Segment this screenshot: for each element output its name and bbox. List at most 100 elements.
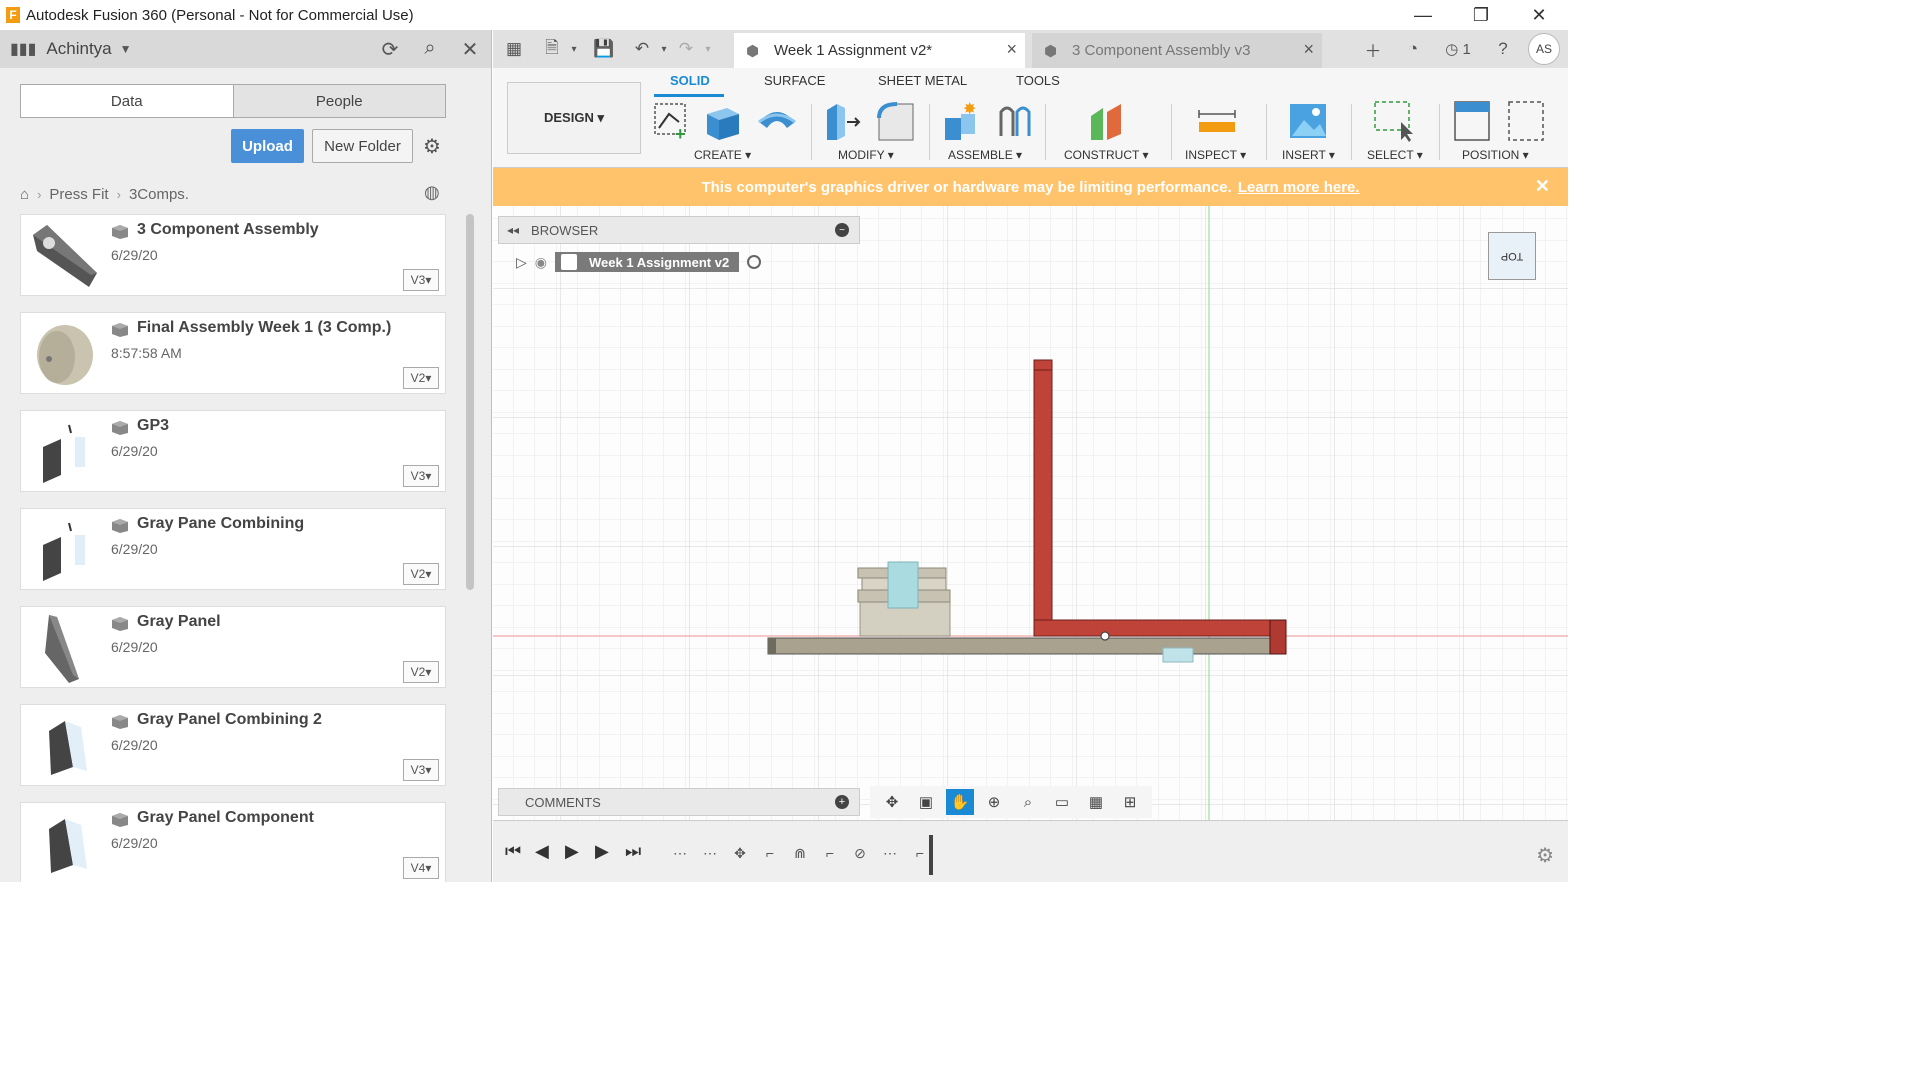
user-selector[interactable]: Achintya xyxy=(46,39,111,59)
refresh-icon[interactable]: ⟳ xyxy=(379,37,401,62)
close-icon[interactable]: ✕ xyxy=(459,37,481,62)
play-icon[interactable]: ▶ xyxy=(565,841,579,862)
home-icon[interactable]: ⌂ xyxy=(20,186,29,203)
close-tab-icon[interactable]: × xyxy=(1303,39,1314,60)
file-card[interactable]: 3 Component Assembly 6/29/20 V3 ▾ xyxy=(20,214,446,296)
timeline-feature-icon[interactable]: ⋯ xyxy=(879,843,901,863)
step-forward-icon[interactable]: ▶ xyxy=(595,841,609,862)
joint-icon[interactable] xyxy=(995,100,1035,142)
timeline-rigid-group-icon[interactable]: ⊘ xyxy=(849,843,871,863)
version-dropdown[interactable]: V2 ▾ xyxy=(403,661,439,683)
stacked-component-body[interactable] xyxy=(857,561,951,637)
timeline-marker[interactable] xyxy=(929,835,933,875)
minimize-button[interactable]: — xyxy=(1394,0,1452,30)
select-icon[interactable] xyxy=(1373,100,1413,142)
tab-3-component-assembly[interactable]: ⬢ 3 Component Assembly v3 × xyxy=(1032,33,1322,68)
close-icon[interactable]: ✕ xyxy=(1535,176,1550,197)
step-back-icon[interactable]: ◀ xyxy=(535,841,549,862)
extensions-icon[interactable]: ◔ xyxy=(1398,34,1428,64)
file-card[interactable]: Gray Panel Component 6/29/20 V4 ▾ xyxy=(20,802,446,882)
file-card[interactable]: Gray Pane Combining 6/29/20 V2 ▾ xyxy=(20,508,446,590)
insert-image-icon[interactable] xyxy=(1288,100,1328,142)
root-component-label[interactable]: Week 1 Assignment v2 xyxy=(555,252,740,272)
chevron-down-icon[interactable]: ▼ xyxy=(120,42,132,56)
file-card[interactable]: Gray Panel Combining 2 6/29/20 V3 ▾ xyxy=(20,704,446,786)
browser-root-node[interactable]: ▷ ◉ Week 1 Assignment v2 xyxy=(516,250,762,274)
construct-menu[interactable]: CONSTRUCT ▾ xyxy=(1064,148,1148,162)
caret-down-icon[interactable]: ▾ xyxy=(567,34,581,64)
version-dropdown[interactable]: V3 ▾ xyxy=(403,465,439,487)
upload-button[interactable]: Upload xyxy=(231,129,304,163)
close-window-button[interactable]: ✕ xyxy=(1510,0,1568,30)
learn-more-link[interactable]: Learn more here. xyxy=(1238,179,1360,196)
breadcrumb-item[interactable]: Press Fit xyxy=(49,186,108,203)
version-dropdown[interactable]: V4 ▾ xyxy=(403,857,439,879)
tab-data[interactable]: Data xyxy=(21,85,234,117)
breadcrumb-item[interactable]: 3Comps. xyxy=(129,186,189,203)
go-to-start-icon[interactable]: ⏮ xyxy=(505,841,521,862)
gear-icon[interactable]: ⚙ xyxy=(423,134,441,159)
select-menu[interactable]: SELECT ▾ xyxy=(1367,148,1423,162)
expand-triangle-icon[interactable]: ▷ xyxy=(516,254,527,271)
visibility-eye-icon[interactable]: ◉ xyxy=(535,254,547,271)
timeline-position-icon[interactable]: ⌐ xyxy=(819,843,841,863)
extrude-icon[interactable] xyxy=(703,100,743,142)
assemble-menu[interactable]: ASSEMBLE ▾ xyxy=(948,148,1022,162)
tab-tools[interactable]: TOOLS xyxy=(1016,73,1060,88)
app-grid-icon[interactable]: ▦ xyxy=(499,34,529,64)
inspect-menu[interactable]: INSPECT ▾ xyxy=(1185,148,1246,162)
timeline-joint-icon[interactable]: ⋒ xyxy=(789,843,811,863)
origin-point[interactable] xyxy=(1100,631,1110,641)
job-status-icon[interactable]: ◷ 1 xyxy=(1438,34,1478,64)
orbit-icon[interactable]: ✥ xyxy=(878,789,906,815)
modify-menu[interactable]: MODIFY ▾ xyxy=(838,148,894,162)
viewports-icon[interactable]: ⊞ xyxy=(1116,789,1144,815)
timeline-position-icon[interactable]: ⌐ xyxy=(909,843,931,863)
display-settings-icon[interactable]: ▭ xyxy=(1048,789,1076,815)
new-tab-plus-icon[interactable]: ＋ xyxy=(1358,34,1388,64)
fillet-icon[interactable] xyxy=(875,100,915,142)
version-dropdown[interactable]: V2 ▾ xyxy=(403,563,439,585)
comments-panel[interactable]: COMMENTS + xyxy=(498,788,860,816)
position-menu[interactable]: POSITION ▾ xyxy=(1462,148,1529,162)
go-to-end-icon[interactable]: ⏭ xyxy=(625,841,641,862)
add-comment-icon[interactable]: + xyxy=(835,795,849,809)
avatar[interactable]: AS xyxy=(1528,33,1560,65)
help-icon[interactable]: ? xyxy=(1488,34,1518,64)
measure-icon[interactable] xyxy=(1197,100,1237,142)
redo-icon[interactable]: ↷ xyxy=(671,34,701,64)
tab-solid[interactable]: SOLID xyxy=(670,73,710,88)
insert-menu[interactable]: INSERT ▾ xyxy=(1282,148,1335,162)
revolve-icon[interactable] xyxy=(757,100,797,142)
zoom-icon[interactable]: ⊕ xyxy=(980,789,1008,815)
close-tab-icon[interactable]: × xyxy=(1006,39,1017,60)
timeline-position-icon[interactable]: ⌐ xyxy=(759,843,781,863)
offset-plane-icon[interactable] xyxy=(1087,100,1127,142)
workspace-switcher[interactable]: DESIGN ▾ xyxy=(507,82,641,154)
timeline-feature-icon[interactable]: ⋯ xyxy=(699,843,721,863)
caret-down-icon[interactable]: ▾ xyxy=(701,34,715,64)
file-list-scrollbar[interactable] xyxy=(466,214,474,590)
version-dropdown[interactable]: V3 ▾ xyxy=(403,269,439,291)
capture-position-icon[interactable] xyxy=(1453,100,1493,142)
look-at-icon[interactable]: ▣ xyxy=(912,789,940,815)
tab-week1-assignment[interactable]: ⬢ Week 1 Assignment v2* × xyxy=(734,33,1025,68)
globe-icon[interactable]: ◍ xyxy=(424,182,440,203)
caret-down-icon[interactable]: ▾ xyxy=(657,34,671,64)
create-sketch-icon[interactable]: + xyxy=(651,100,691,142)
minimize-panel-icon[interactable]: − xyxy=(835,223,849,237)
tab-sheet-metal[interactable]: SHEET METAL xyxy=(878,73,967,88)
revert-position-icon[interactable] xyxy=(1507,100,1547,142)
timeline-move-icon[interactable]: ✥ xyxy=(729,843,751,863)
grid-settings-icon[interactable]: ▦ xyxy=(1082,789,1110,815)
viewcube[interactable]: TOP xyxy=(1488,232,1536,280)
new-folder-button[interactable]: New Folder xyxy=(312,129,413,163)
gear-icon[interactable]: ⚙ xyxy=(1536,843,1554,868)
file-card[interactable]: Gray Panel 6/29/20 V2 ▾ xyxy=(20,606,446,688)
browser-panel-header[interactable]: ◂◂ BROWSER − xyxy=(498,216,860,244)
base-plate-body[interactable] xyxy=(767,637,1287,655)
new-component-icon[interactable]: ✸ xyxy=(941,100,981,142)
collapse-icon[interactable]: ◂◂ xyxy=(507,223,519,237)
file-card[interactable]: GP3 6/29/20 V3 ▾ xyxy=(20,410,446,492)
tab-surface[interactable]: SURFACE xyxy=(764,73,825,88)
